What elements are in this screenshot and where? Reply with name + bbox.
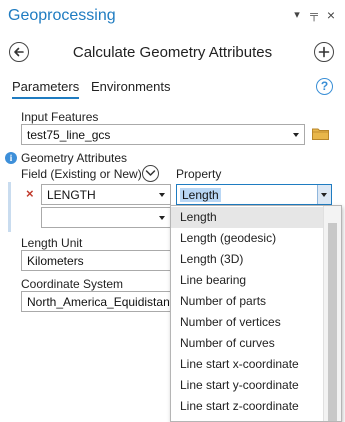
coordinate-system-value: North_America_Equidistant_Conic [27,295,177,309]
field-column-header: Field (Existing or New) [21,167,142,181]
field-value-row-1: LENGTH [47,188,96,202]
input-features-value: test75_line_gcs [27,128,111,142]
chevron-down-icon [159,193,165,197]
remove-row-icon[interactable]: × [26,186,34,201]
tool-title: Calculate Geometry Attributes [72,44,273,61]
help-icon[interactable]: ? [316,78,333,95]
field-select-row-1[interactable]: LENGTH [41,184,171,205]
scrollbar-thumb[interactable] [328,223,337,421]
chevron-down-icon [293,133,299,137]
chevron-down-icon [145,170,156,176]
dropdown-option[interactable]: Line bearing [171,270,323,291]
property-value-row-1: Length [180,188,221,202]
coordinate-system-label: Coordinate System [21,277,124,291]
property-dropdown-list[interactable]: Length Length (geodesic) Length (3D) Lin… [170,205,342,422]
length-unit-select[interactable]: Kilometers [21,250,181,271]
property-column-header: Property [176,167,222,181]
add-button[interactable] [314,42,334,62]
dropdown-option[interactable]: Length (geodesic) [171,228,323,249]
dropdown-option[interactable]: Number of vertices [171,312,323,333]
length-unit-value: Kilometers [27,254,84,268]
pane-title-bar: Geoprocessing ▾ ╤ × [0,0,345,34]
tab-bar: Parameters Environments ? [0,76,345,100]
pin-icon[interactable]: ╤ [308,9,320,21]
coordinate-system-field[interactable]: North_America_Equidistant_Conic [21,291,181,312]
pane-options-icon[interactable]: ▾ [291,9,303,21]
folder-icon[interactable] [312,127,329,140]
dropdown-option[interactable]: Line start z-coordinate [171,396,323,417]
chevron-down-icon [321,193,327,197]
back-button[interactable] [9,42,29,62]
input-features-label: Input Features [21,110,99,124]
dropdown-option[interactable]: Line start x-coordinate [171,354,323,375]
tab-parameters[interactable]: Parameters [12,79,80,99]
dropdown-option[interactable]: Number of curves [171,333,323,354]
close-icon[interactable]: × [325,8,337,22]
plus-icon [318,46,330,58]
input-features-select[interactable]: test75_line_gcs [21,124,305,145]
property-select-row-1[interactable]: Length [176,184,332,205]
property-dropdown-button[interactable] [317,185,331,204]
info-icon: i [5,152,17,164]
row-group-indicator [8,182,11,232]
dropdown-option[interactable]: Number of parts [171,291,323,312]
tab-environments[interactable]: Environments [91,79,170,94]
field-select-row-2[interactable] [41,207,171,228]
dropdown-option[interactable]: Length [171,207,323,228]
geometry-attributes-label: Geometry Attributes [21,151,128,165]
pane-title: Geoprocessing [8,7,116,24]
chevron-down-icon [159,216,165,220]
back-arrow-icon [14,47,24,57]
tool-header: Calculate Geometry Attributes [0,38,345,68]
dropdown-option[interactable]: Line start y-coordinate [171,375,323,396]
dropdown-scrollbar[interactable] [323,206,341,421]
length-unit-label: Length Unit [21,236,83,250]
dropdown-option[interactable]: Length (3D) [171,249,323,270]
field-options-button[interactable] [142,165,159,182]
